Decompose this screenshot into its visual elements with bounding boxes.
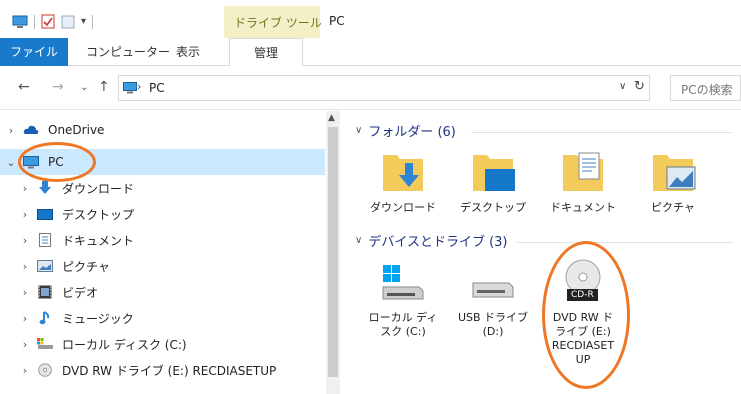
group-divider	[471, 132, 733, 133]
tab-file[interactable]: ファイル	[0, 38, 68, 66]
pc-icon[interactable]	[12, 15, 28, 29]
tile-label: ダウンロード	[370, 201, 436, 214]
context-group-label: ドライブ ツール	[234, 16, 322, 30]
expand-chevron-icon[interactable]: ›	[14, 286, 36, 299]
ribbon-tabs: ファイル コンピューター 表示 管理	[0, 38, 741, 66]
expand-chevron-icon[interactable]: ›	[14, 182, 36, 195]
download-folder-icon	[379, 151, 427, 195]
tile-label: ドキュメント	[550, 201, 616, 214]
video-icon	[36, 285, 54, 299]
highlight-circle	[542, 241, 630, 389]
expand-chevron-icon[interactable]: ›	[0, 124, 22, 137]
nav-item-music[interactable]: › ミュージック	[0, 305, 325, 331]
address-bar[interactable]: › PC ∨ ↻	[118, 75, 650, 101]
collapse-chevron-icon[interactable]: ∨	[355, 125, 362, 136]
drive-tile-usb-d[interactable]: USB ドライブ (D:)	[453, 261, 533, 339]
recent-locations-chevron-icon[interactable]: ⌄	[80, 82, 88, 93]
forward-arrow-icon[interactable]: →	[52, 79, 64, 95]
folder-tile-pictures[interactable]: ピクチャ	[633, 151, 713, 215]
folder-tile-desktop[interactable]: デスクトップ	[453, 151, 533, 215]
customize-toolbar-icon[interactable]: ▾	[81, 16, 86, 27]
toolbar-separator	[92, 14, 94, 29]
tab-manage[interactable]: 管理	[229, 38, 303, 66]
nav-item-local-disk-c[interactable]: › ローカル ディスク (C:)	[0, 331, 325, 357]
address-dropdown-icon[interactable]: ∨	[619, 81, 626, 92]
expand-chevron-icon[interactable]: ›	[14, 364, 36, 377]
nav-item-label: ローカル ディスク (C:)	[62, 337, 187, 352]
tile-label-line1: USB ドライブ	[457, 311, 529, 324]
tile-label: デスクトップ	[460, 201, 526, 214]
tab-view[interactable]: 表示	[176, 38, 200, 66]
nav-item-label: ダウンロード	[62, 181, 135, 196]
nav-item-desktop[interactable]: › デスクトップ	[0, 201, 325, 227]
scroll-up-icon[interactable]: ▲	[328, 113, 335, 123]
breadcrumb-separator-icon[interactable]: ›	[137, 80, 141, 93]
desktop-icon	[36, 207, 54, 221]
search-box[interactable]: PCの検索	[670, 75, 741, 101]
expand-chevron-icon[interactable]: ›	[14, 260, 36, 273]
nav-item-label: ピクチャ	[62, 259, 110, 274]
download-icon	[36, 181, 54, 195]
nav-item-label: OneDrive	[48, 123, 105, 137]
nav-item-documents[interactable]: › ドキュメント	[0, 227, 325, 253]
quick-access-toolbar: ▾	[12, 14, 94, 29]
cloud-icon	[22, 123, 40, 137]
nav-item-dvd-drive-e[interactable]: › DVD RW ドライブ (E:) RECDIASETUP	[0, 357, 325, 383]
breadcrumb-pc[interactable]: PC	[149, 81, 165, 95]
nav-item-label: ビデオ	[62, 285, 99, 300]
group-header-folders[interactable]: ∨ フォルダー (6)	[355, 121, 456, 140]
nav-item-videos[interactable]: › ビデオ	[0, 279, 325, 305]
toolbar-separator	[34, 14, 35, 29]
navigation-bar: ← → ⌄ ↑ › PC ∨ ↻ PCの検索	[0, 66, 741, 110]
expand-chevron-icon[interactable]: ›	[14, 338, 36, 351]
nav-item-label: DVD RW ドライブ (E:) RECDIASETUP	[62, 363, 277, 378]
title-bar: ▾ ドライブ ツール PC	[0, 0, 741, 38]
documents-folder-icon	[559, 151, 607, 195]
tile-label-line2: (D:)	[482, 325, 504, 338]
nav-item-label: デスクトップ	[62, 207, 135, 222]
scrollbar-thumb[interactable]	[328, 127, 338, 377]
dvd-drive-icon	[36, 363, 54, 377]
expand-chevron-icon[interactable]: ›	[14, 234, 36, 247]
tab-computer[interactable]: コンピューター	[86, 38, 170, 66]
pictures-icon	[36, 259, 54, 273]
nav-item-label: ドキュメント	[62, 233, 135, 248]
pc-icon	[123, 82, 137, 94]
local-disk-icon	[36, 337, 54, 351]
pictures-folder-icon	[649, 151, 697, 195]
nav-item-pictures[interactable]: › ピクチャ	[0, 253, 325, 279]
tile-label: ピクチャ	[651, 201, 695, 214]
music-icon	[36, 311, 54, 325]
folder-tile-downloads[interactable]: ダウンロード	[363, 151, 443, 215]
group-header-label: フォルダー (6)	[368, 125, 456, 140]
usb-drive-icon	[469, 261, 517, 305]
group-header-devices[interactable]: ∨ デバイスとドライブ (3)	[355, 231, 508, 250]
expand-chevron-icon[interactable]: ›	[14, 208, 36, 221]
tile-label-line2: スク (C:)	[380, 325, 426, 338]
folder-tile-documents[interactable]: ドキュメント	[543, 151, 623, 215]
local-disk-icon	[379, 261, 427, 305]
nav-item-onedrive[interactable]: › OneDrive	[0, 117, 325, 143]
drive-tile-local-disk-c[interactable]: ローカル ディ スク (C:)	[363, 261, 443, 339]
nav-item-label: ミュージック	[62, 311, 134, 326]
properties-icon[interactable]	[41, 14, 55, 29]
document-icon	[36, 233, 54, 247]
search-placeholder: PCの検索	[681, 83, 733, 97]
highlight-circle	[18, 142, 96, 182]
back-arrow-icon[interactable]: ←	[18, 79, 30, 95]
tile-label-line1: ローカル ディ	[368, 311, 438, 324]
content-pane: ∨ フォルダー (6) ダウンロード デスクトップ ドキュメント ピクチャ ∨ …	[341, 111, 741, 394]
expand-chevron-icon[interactable]: ›	[14, 312, 36, 325]
collapse-chevron-icon[interactable]: ∨	[355, 235, 362, 246]
desktop-folder-icon	[469, 151, 517, 195]
window-title: PC	[329, 14, 345, 28]
up-arrow-icon[interactable]: ↑	[98, 79, 110, 95]
refresh-icon[interactable]: ↻	[634, 79, 645, 94]
nav-pane-scrollbar[interactable]: ▲	[326, 111, 340, 394]
new-folder-icon[interactable]	[61, 15, 75, 29]
group-header-label: デバイスとドライブ (3)	[368, 235, 508, 250]
group-divider	[517, 242, 733, 243]
